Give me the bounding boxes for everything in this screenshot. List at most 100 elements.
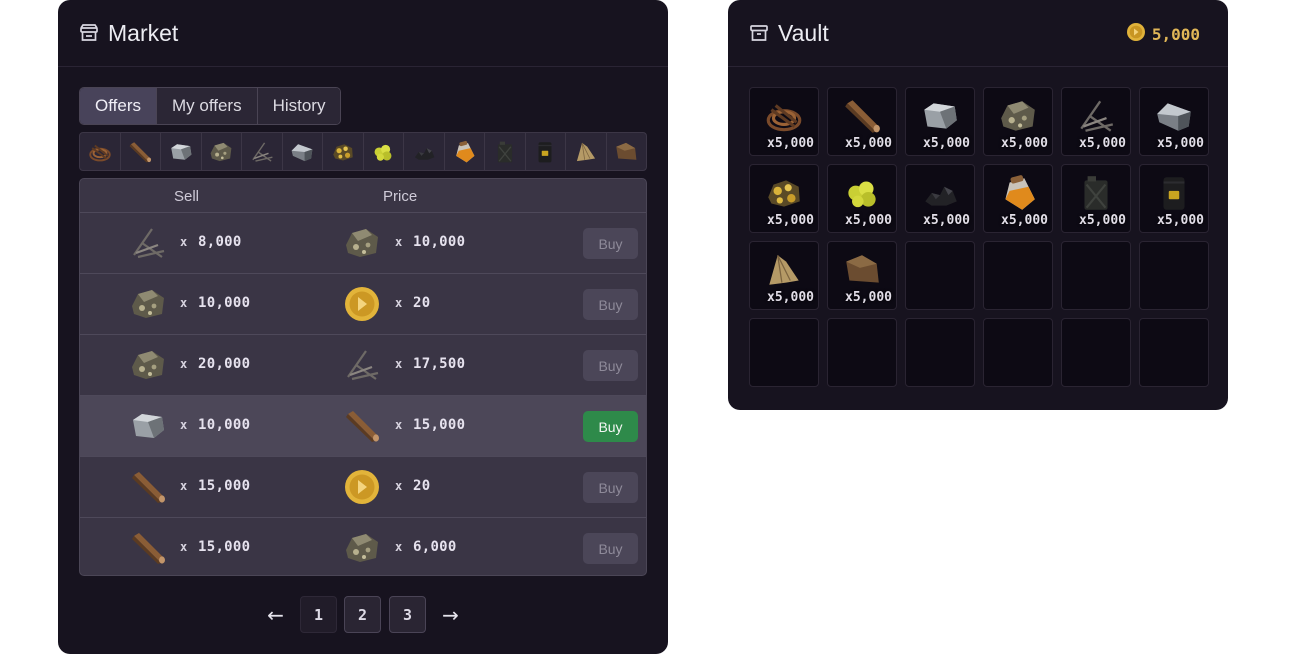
- filter-sticks[interactable]: [242, 133, 283, 170]
- price-multiplier: x: [395, 540, 403, 554]
- vault-slot[interactable]: x5,000: [827, 87, 897, 156]
- vault-slot-empty[interactable]: [749, 318, 819, 387]
- coin-icon: [342, 284, 382, 324]
- buy-button[interactable]: Buy: [583, 472, 638, 503]
- vault-slot[interactable]: x5,000: [749, 241, 819, 310]
- tab-my-offers[interactable]: My offers: [156, 88, 258, 124]
- slot-count: x5,000: [923, 136, 970, 151]
- market-title: Market: [108, 19, 179, 46]
- table-row: x 20,000 x 17,500 Buy: [80, 335, 646, 396]
- price-quantity: 10,000: [413, 234, 466, 250]
- next-page-button[interactable]: →: [432, 596, 469, 633]
- filter-leather[interactable]: [607, 133, 647, 170]
- table-row: x 10,000 x 15,000 Buy: [80, 396, 646, 457]
- vault-slot[interactable]: x5,000: [983, 87, 1053, 156]
- page-button-3[interactable]: 3: [389, 596, 426, 633]
- vault-slot-empty[interactable]: [905, 318, 975, 387]
- vault-slot-empty[interactable]: [1139, 241, 1209, 310]
- ore-icon: [997, 95, 1039, 137]
- vault-slot-empty[interactable]: [1139, 318, 1209, 387]
- slot-count: x5,000: [767, 136, 814, 151]
- plank-icon: [342, 406, 382, 446]
- stone-icon: [128, 406, 168, 446]
- slot-count: x5,000: [845, 136, 892, 151]
- sell-quantity: 15,000: [198, 478, 251, 494]
- sell-multiplier: x: [180, 479, 188, 493]
- plank-icon: [128, 528, 168, 568]
- leather-icon: [841, 249, 883, 291]
- barrel-icon: [532, 139, 558, 165]
- tab-history[interactable]: History: [257, 88, 341, 124]
- sell-quantity: 10,000: [198, 295, 251, 311]
- filter-plank[interactable]: [121, 133, 161, 170]
- vault-slot[interactable]: x5,000: [983, 164, 1053, 233]
- vault-slot-empty[interactable]: [905, 241, 975, 310]
- buy-button[interactable]: Buy: [583, 350, 638, 381]
- gold-ore-icon: [763, 172, 805, 214]
- store-icon: [79, 23, 99, 43]
- vault-slot[interactable]: x5,000: [905, 87, 975, 156]
- tab-offers[interactable]: Offers: [80, 88, 157, 124]
- filter-coal[interactable]: [404, 133, 445, 170]
- barrel-icon: [1153, 172, 1195, 214]
- buy-button[interactable]: Buy: [583, 411, 638, 442]
- vault-slot[interactable]: x5,000: [1061, 164, 1131, 233]
- vault-slot-empty[interactable]: [1061, 241, 1131, 310]
- sulfur-icon: [841, 172, 883, 214]
- vault-slot[interactable]: x5,000: [905, 164, 975, 233]
- filter-oil-jar[interactable]: [445, 133, 485, 170]
- filter-stone[interactable]: [161, 133, 202, 170]
- page-button-1[interactable]: 1: [300, 596, 337, 633]
- coin-balance: 5,000: [1126, 22, 1200, 47]
- leather-icon: [613, 139, 639, 165]
- gold-ore-icon: [330, 139, 356, 165]
- price-quantity: 6,000: [413, 539, 457, 555]
- jerrycan-icon: [492, 139, 518, 165]
- rope-icon: [763, 95, 805, 137]
- item-filter-bar: [79, 132, 647, 171]
- slot-count: x5,000: [1001, 213, 1048, 228]
- market-header: Market: [58, 0, 668, 67]
- pagination: ← 1 2 3 →: [58, 596, 668, 633]
- vault-slot-empty[interactable]: [827, 318, 897, 387]
- sell-quantity: 15,000: [198, 539, 251, 555]
- vault-slot-empty[interactable]: [983, 241, 1053, 310]
- buy-button[interactable]: Buy: [583, 228, 638, 259]
- filter-rope[interactable]: [80, 133, 121, 170]
- filter-barrel[interactable]: [526, 133, 566, 170]
- vault-slot-empty[interactable]: [1061, 318, 1131, 387]
- filter-ore[interactable]: [202, 133, 242, 170]
- vault-slot[interactable]: x5,000: [1061, 87, 1131, 156]
- ore-icon: [128, 345, 168, 385]
- sticks-icon: [249, 139, 275, 165]
- ore-icon: [342, 223, 382, 263]
- filter-jerrycan[interactable]: [485, 133, 526, 170]
- slot-count: x5,000: [767, 290, 814, 305]
- vault-slot[interactable]: x5,000: [749, 87, 819, 156]
- slot-count: x5,000: [1157, 136, 1204, 151]
- vault-title: Vault: [778, 19, 829, 46]
- filter-sulfur[interactable]: [364, 133, 404, 170]
- sell-multiplier: x: [180, 418, 188, 432]
- page-button-2[interactable]: 2: [344, 596, 381, 633]
- archive-icon: [749, 23, 769, 43]
- price-multiplier: x: [395, 479, 403, 493]
- vault-slot[interactable]: x5,000: [749, 164, 819, 233]
- buy-button[interactable]: Buy: [583, 289, 638, 320]
- sell-quantity: 8,000: [198, 234, 242, 250]
- buy-button[interactable]: Buy: [583, 533, 638, 564]
- sulfur-icon: [370, 139, 396, 165]
- vault-slot-empty[interactable]: [983, 318, 1053, 387]
- filter-iron[interactable]: [283, 133, 323, 170]
- vault-slot[interactable]: x5,000: [827, 241, 897, 310]
- vault-slot[interactable]: x5,000: [1139, 87, 1209, 156]
- vault-grid: x5,000 x5,000 x5,000 x5,000 x5,000 x5,000 x5,0…: [749, 87, 1209, 387]
- filter-hide[interactable]: [566, 133, 607, 170]
- column-header-sell: Sell: [174, 188, 200, 205]
- vault-slot[interactable]: x5,000: [1139, 164, 1209, 233]
- prev-page-button[interactable]: ←: [257, 596, 294, 633]
- plank-icon: [128, 467, 168, 507]
- market-panel: Market Offers My offers History Sell Price…: [58, 0, 668, 654]
- filter-gold-ore[interactable]: [323, 133, 364, 170]
- vault-slot[interactable]: x5,000: [827, 164, 897, 233]
